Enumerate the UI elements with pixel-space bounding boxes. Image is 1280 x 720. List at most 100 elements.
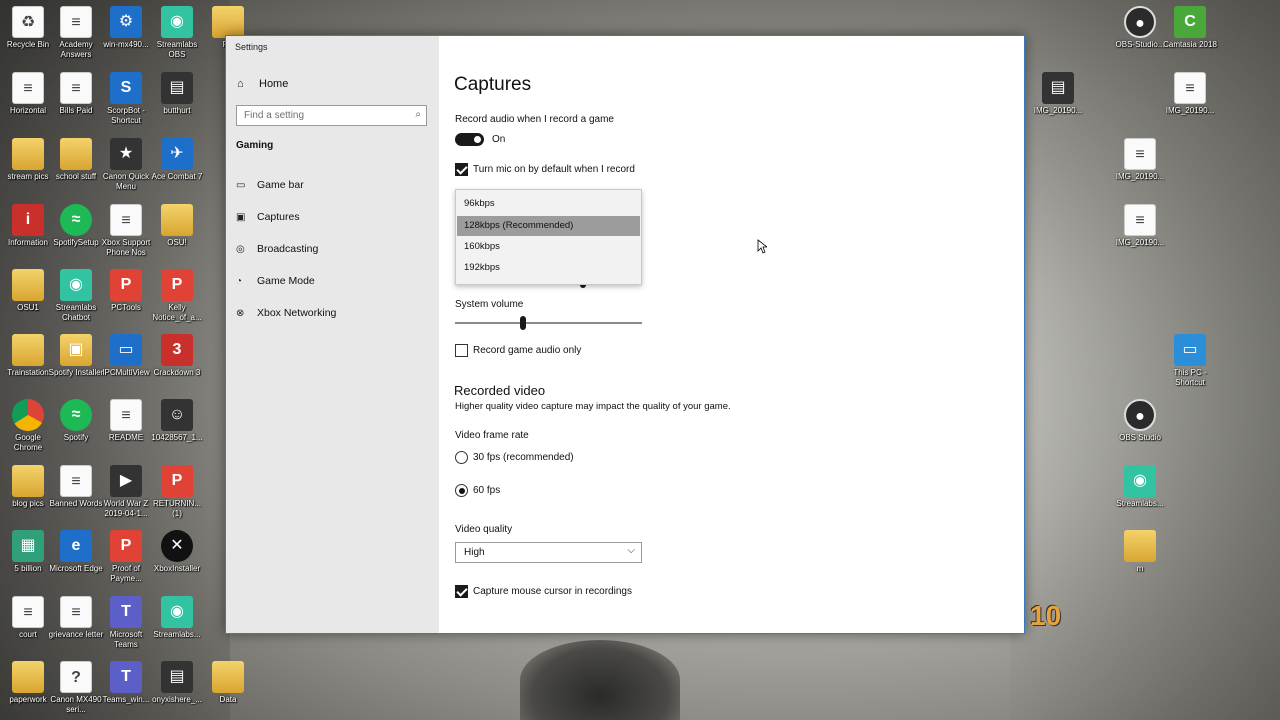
sidebar-item-label: Captures (257, 211, 300, 223)
desktop-icon-data[interactable]: Data (200, 661, 256, 705)
capture-cursor-checkbox[interactable] (455, 585, 468, 598)
canon-icon: ? (60, 661, 92, 693)
audio-quality-option[interactable]: 160kbps (457, 237, 640, 257)
game-icon: 3 (161, 334, 193, 366)
streamlabs-icon: ◉ (1124, 465, 1156, 497)
search-input[interactable]: Find a setting ⌕ (236, 105, 427, 126)
sidebar-item-label: Xbox Networking (257, 307, 337, 319)
desktop-icon-microsoft-teams[interactable]: T Microsoft Teams (98, 596, 154, 650)
pdf-icon: P (161, 465, 193, 497)
system-volume-slider[interactable] (455, 322, 642, 324)
desktop-icon-spotifysetup[interactable]: ≈ SpotifySetup (48, 204, 104, 248)
desktop-icon-canon-mx490[interactable]: ? Canon MX490 seri... (48, 661, 104, 715)
desktop-icon-teams-win[interactable]: T Teams_win... (98, 661, 154, 705)
desktop-icon-world-war-z[interactable]: ▶ World War Z 2019-04-1... (98, 465, 154, 519)
desktop-icon-img-1[interactable]: ≡ IMG_20190... (1162, 72, 1218, 116)
doc-icon: ≡ (1124, 204, 1156, 236)
desktop-icon-spotify[interactable]: ≈ Spotify (48, 399, 104, 443)
desktop-icon-camtasia[interactable]: C Camtasia 2018 (1162, 6, 1218, 50)
broadcasting-icon: ◎ (236, 244, 245, 255)
game-mode-icon: ◔ (236, 276, 243, 287)
toggle-knob (474, 136, 481, 143)
desktop-icon-scorpbot[interactable]: S ScorpBot - Shortcut (98, 72, 154, 126)
spotify-icon: ≈ (60, 399, 92, 431)
spotify-icon: ≈ (60, 204, 92, 236)
desktop-icon-obs-studio-2[interactable]: ● OBS Studio (1112, 399, 1168, 443)
desktop-icon-returning[interactable]: P RETURNIN... (1) (149, 465, 205, 519)
sidebar-section-label: Gaming (236, 140, 274, 151)
settings-sidebar: ⌂ Home Find a setting ⌕ Gaming ▭ Game bar … (226, 36, 439, 633)
system-volume-slider-thumb[interactable] (520, 316, 526, 330)
desktop-icon-streamlabs-chatbot[interactable]: ◉ Streamlabs Chatbot (48, 269, 104, 323)
sidebar-item-game-bar[interactable]: ▭ Game bar (236, 179, 426, 199)
canon-icon: ★ (110, 138, 142, 170)
desktop-icon-spotify-installer[interactable]: ▣ Spotify Installer (48, 334, 104, 378)
doc-icon: ≡ (12, 72, 44, 104)
desktop-icon-onyxishere[interactable]: ▤ onyxishere_... (149, 661, 205, 705)
desktop-icon-osu[interactable]: OSU! (149, 204, 205, 248)
home-nav-item[interactable]: ⌂ Home (237, 78, 288, 90)
fps-30-radio[interactable] (455, 451, 468, 464)
desktop-icon-ipcmultiview[interactable]: ▭ IPCMultiView (98, 334, 154, 378)
folder-icon (12, 661, 44, 693)
this-pc-icon: ▭ (1174, 334, 1206, 366)
desktop-icon-grievance-letter[interactable]: ≡ grievance letter (48, 596, 104, 640)
fps-30-label: 30 fps (recommended) (473, 452, 574, 463)
doc-icon: ≡ (1174, 72, 1206, 104)
desktop-icon-xbox-support[interactable]: ≡ Xbox Support Phone Nos (98, 204, 154, 258)
sidebar-item-broadcasting[interactable]: ◎ Broadcasting (236, 243, 426, 263)
desktop-icon-xboxinstaller[interactable]: ✕ XboxInstaller (149, 530, 205, 574)
audio-quality-option-selected[interactable]: 128kbps (Recommended) (457, 216, 640, 236)
desktop-icon-bills-paid[interactable]: ≡ Bills Paid (48, 72, 104, 116)
desktop-icon-streamlabs-3[interactable]: ◉ Streamlabs... (1112, 465, 1168, 509)
spreadsheet-icon: ▦ (12, 530, 44, 562)
desktop-icon-obs-studio-1[interactable]: ● OBS-Studio... (1112, 6, 1168, 50)
wallpaper-cat-nose (520, 640, 680, 720)
sidebar-item-label: Game Mode (257, 275, 315, 287)
fps-60-radio[interactable] (455, 484, 468, 497)
frame-rate-label: Video frame rate (455, 430, 529, 441)
edge-icon: e (60, 530, 92, 562)
sidebar-item-captures[interactable]: ▣ Captures (236, 211, 426, 231)
game-bar-icon: ▭ (236, 180, 246, 191)
doc-icon: ≡ (60, 6, 92, 38)
mic-default-checkbox[interactable] (455, 163, 468, 176)
record-audio-label: Record audio when I record a game (455, 114, 614, 125)
desktop-icon-10428567[interactable]: ☺ 10428567_1... (149, 399, 205, 443)
desktop-icon-readme[interactable]: ≡ README (98, 399, 154, 443)
desktop-icon-proof-of-payment[interactable]: P Proof of Payme... (98, 530, 154, 584)
record-audio-toggle[interactable] (455, 133, 484, 146)
desktop-icon-academy-answers[interactable]: ≡ Academy Answers (48, 6, 104, 60)
sidebar-item-xbox-networking[interactable]: ⊗ Xbox Networking (236, 307, 426, 327)
audio-quality-option[interactable]: 192kbps (457, 258, 640, 278)
desktop-icon-crackdown-3[interactable]: 3 Crackdown 3 (149, 334, 205, 378)
desktop-icon-microsoft-edge[interactable]: e Microsoft Edge (48, 530, 104, 574)
game-audio-only-checkbox[interactable] (455, 344, 468, 357)
desktop-icon-school-stuff[interactable]: school stuff (48, 138, 104, 182)
desktop-icon-img-3[interactable]: ≡ IMG_20190... (1112, 138, 1168, 182)
desktop-icon-pctools[interactable]: P PCTools (98, 269, 154, 313)
desktop-icon-ace-combat-7[interactable]: ✈ Ace Combat 7 (149, 138, 205, 182)
desktop-icon-banned-words[interactable]: ≡ Banned Words (48, 465, 104, 509)
audio-quality-option[interactable]: 96kbps (457, 194, 640, 214)
desktop-icon-canon-quick-menu[interactable]: ★ Canon Quick Menu (98, 138, 154, 192)
desktop-icon-img-4[interactable]: ≡ IMG_20190... (1112, 204, 1168, 248)
home-label: Home (259, 78, 289, 90)
desktop-icon-img-2[interactable]: ▤ IMG_20190... (1030, 72, 1086, 116)
doc-icon: ≡ (1124, 138, 1156, 170)
video-quality-select[interactable]: High ⌵ (455, 542, 642, 563)
doc-icon: ▤ (1042, 72, 1074, 104)
recycle-bin-icon: ♻ (12, 6, 44, 38)
sidebar-item-game-mode[interactable]: ◔ Game Mode (236, 275, 426, 295)
desktop-icon-butthurt[interactable]: ▤ butthurt (149, 72, 205, 116)
desktop-icon-kelly-notice[interactable]: P Kelly Notice_of_a... (149, 269, 205, 323)
setup-icon: ⚙ (110, 6, 142, 38)
desktop-icon-streamlabs-2[interactable]: ◉ Streamlabs... (149, 596, 205, 640)
page-title: Captures (454, 74, 532, 95)
desktop-icon-win-mx490[interactable]: ⚙ win-mx490... (98, 6, 154, 50)
desktop-icon-streamlabs-obs[interactable]: ◉ Streamlabs OBS (149, 6, 205, 60)
mic-default-label: Turn mic on by default when I record (473, 164, 635, 175)
desktop-icon-m[interactable]: m (1112, 530, 1168, 574)
desktop-icon-this-pc[interactable]: ▭ This PC - Shortcut (1162, 334, 1218, 388)
folder-icon (12, 269, 44, 301)
